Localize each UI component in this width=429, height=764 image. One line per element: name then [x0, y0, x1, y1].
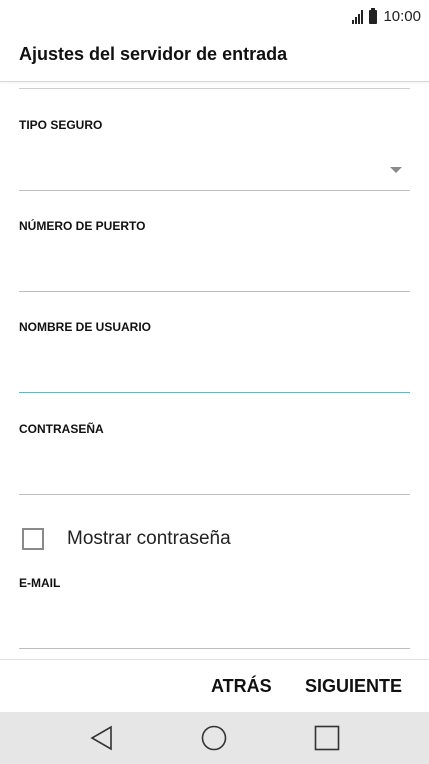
username-field: NOMBRE DE USUARIO [19, 320, 410, 394]
username-label: NOMBRE DE USUARIO [19, 320, 152, 334]
page-title: Ajustes del servidor de entrada [19, 44, 288, 64]
email-underline [19, 648, 410, 649]
show-password-checkbox[interactable] [22, 528, 44, 550]
port-number-input[interactable] [19, 253, 379, 287]
status-indicators: 10:00 [352, 7, 421, 25]
port-number-underline [19, 291, 410, 292]
email-label: E-MAIL [19, 576, 61, 590]
password-field: CONTRASEÑA [19, 422, 410, 496]
port-number-label: NÚMERO DE PUERTO [19, 219, 146, 233]
password-label: CONTRASEÑA [19, 422, 104, 436]
security-type-field[interactable]: TIPO SEGURO [19, 118, 410, 192]
show-password-row[interactable]: Mostrar contraseña [22, 528, 231, 550]
app-header: Ajustes del servidor de entrada [0, 34, 429, 82]
show-password-label[interactable]: Mostrar contraseña [67, 528, 231, 550]
email-input[interactable] [19, 610, 379, 644]
status-bar: 10:00 [0, 0, 429, 34]
username-underline-focused [19, 392, 410, 393]
port-number-field: NÚMERO DE PUERTO [19, 219, 410, 293]
action-bar: ATRÁS SIGUIENTE [0, 660, 429, 712]
next-button[interactable]: SIGUIENTE [305, 676, 402, 697]
security-type-label: TIPO SEGURO [19, 118, 103, 132]
email-field: E-MAIL [19, 576, 410, 650]
signal-icon [352, 9, 364, 24]
battery-icon [369, 7, 378, 24]
triangle-back-icon[interactable] [89, 725, 115, 751]
divider [19, 88, 410, 89]
password-underline [19, 494, 410, 495]
square-recent-icon[interactable] [314, 725, 340, 751]
security-type-underline [19, 190, 410, 191]
username-input[interactable] [19, 354, 379, 388]
status-time: 10:00 [383, 8, 421, 25]
back-button[interactable]: ATRÁS [211, 676, 272, 697]
circle-home-icon[interactable] [201, 725, 227, 751]
dropdown-arrow-icon[interactable] [390, 167, 402, 173]
navigation-bar [0, 712, 429, 764]
password-input[interactable] [19, 456, 379, 490]
